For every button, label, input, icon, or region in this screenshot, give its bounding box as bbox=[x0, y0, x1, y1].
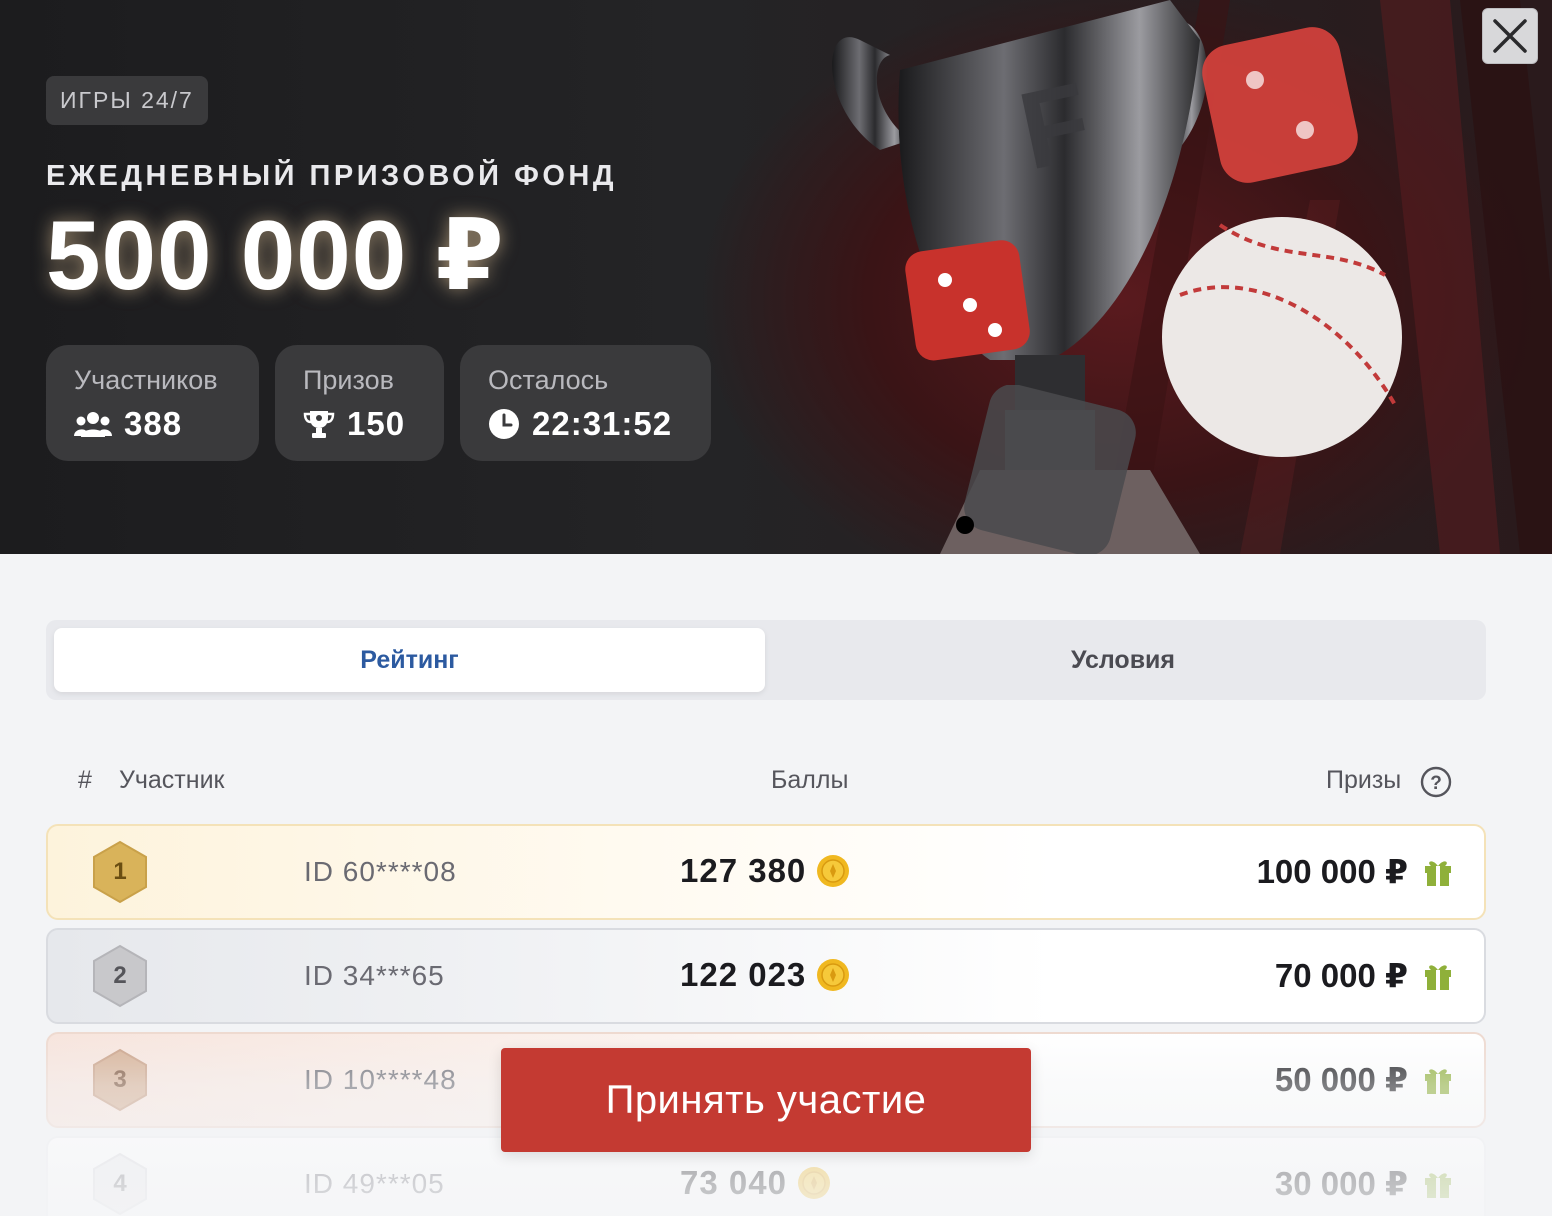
close-icon bbox=[1493, 19, 1527, 53]
participant-id: ID 49***05 bbox=[304, 1168, 445, 1199]
games-tag: ИГРЫ 24/7 bbox=[46, 76, 208, 125]
column-prizes: Призы bbox=[1326, 766, 1402, 794]
column-points: Баллы bbox=[771, 766, 849, 794]
rank-badge-silver: 2 bbox=[92, 944, 148, 1008]
gift-icon bbox=[1425, 964, 1451, 990]
points-value: 122 023 bbox=[680, 956, 807, 993]
dice-illustration-left bbox=[905, 240, 1030, 361]
gift-icon bbox=[1425, 1172, 1451, 1198]
users-icon bbox=[74, 412, 112, 437]
question-circle-icon[interactable]: ? bbox=[1420, 766, 1452, 798]
participant-id: ID 60****08 bbox=[304, 856, 457, 887]
stat-participants-label: Участников bbox=[74, 365, 218, 395]
stat-participants-value: 388 bbox=[124, 405, 183, 442]
points-value: 73 040 bbox=[680, 1164, 787, 1201]
dice-illustration-top bbox=[1202, 27, 1358, 183]
prize-fund-subtitle: ЕЖЕДНЕВНЫЙ ПРИЗОВОЙ ФОНД bbox=[46, 160, 617, 192]
stat-prizes: Призов 150 bbox=[275, 345, 444, 461]
table-header: # Участник Баллы Призы ? bbox=[46, 760, 1486, 804]
hero-banner: F ИГРЫ 24/7 ЕЖЕДНЕВНЫЙ ПРИЗОВОЙ ФОНД 500… bbox=[0, 0, 1552, 554]
prize-value: 30 000 ₽ bbox=[1274, 1165, 1408, 1202]
coin-icon bbox=[817, 959, 850, 991]
column-participant: Участник bbox=[119, 766, 225, 794]
trophy-icon bbox=[303, 411, 335, 438]
svg-text:?: ? bbox=[1430, 773, 1442, 794]
stat-participants: Участников 388 bbox=[46, 345, 259, 461]
rank-badge-bronze: 3 bbox=[92, 1048, 148, 1112]
stat-time-left-value: 22:31:52 bbox=[532, 405, 673, 442]
tab-rating[interactable]: Рейтинг bbox=[54, 628, 765, 692]
participant-id: ID 34***65 bbox=[304, 960, 445, 991]
dice-illustration-dark bbox=[956, 385, 1136, 554]
prize-fund-amount: 500 000 ₽ bbox=[46, 200, 505, 310]
rank-number: 3 bbox=[113, 1066, 127, 1093]
coin-icon bbox=[817, 855, 850, 887]
rank-number: 2 bbox=[113, 962, 127, 989]
points-value: 127 380 bbox=[680, 852, 807, 889]
stat-time-left-label: Осталось bbox=[488, 365, 609, 395]
baseball-illustration bbox=[1162, 217, 1402, 457]
table-row[interactable]: 1 ID 60****08 127 380 100 000 ₽ bbox=[46, 824, 1486, 920]
gift-icon bbox=[1425, 860, 1451, 886]
gift-icon bbox=[1425, 1068, 1451, 1094]
rank-number: 1 bbox=[113, 858, 127, 885]
stat-prizes-value: 150 bbox=[347, 405, 406, 442]
rank-badge: 4 bbox=[92, 1152, 148, 1216]
prize-value: 50 000 ₽ bbox=[1274, 1061, 1408, 1098]
participant-id: ID 10****48 bbox=[304, 1064, 457, 1095]
coin-icon bbox=[797, 1167, 830, 1199]
prize-value: 100 000 ₽ bbox=[1256, 853, 1408, 890]
close-button[interactable] bbox=[1482, 8, 1538, 64]
column-rank: # bbox=[78, 766, 92, 794]
stat-prizes-label: Призов bbox=[303, 365, 394, 395]
tabs-bar: Рейтинг Условия bbox=[46, 620, 1486, 700]
stat-time-left: Осталось 22:31:52 bbox=[460, 345, 711, 461]
join-button[interactable]: Принять участие bbox=[501, 1048, 1031, 1152]
clock-icon bbox=[489, 409, 519, 439]
rank-badge-gold: 1 bbox=[92, 840, 148, 904]
rank-number: 4 bbox=[113, 1170, 127, 1197]
table-row[interactable]: 2 ID 34***65 122 023 70 000 ₽ bbox=[46, 928, 1486, 1024]
prize-value: 70 000 ₽ bbox=[1274, 957, 1408, 994]
tab-conditions[interactable]: Условия bbox=[768, 628, 1478, 692]
